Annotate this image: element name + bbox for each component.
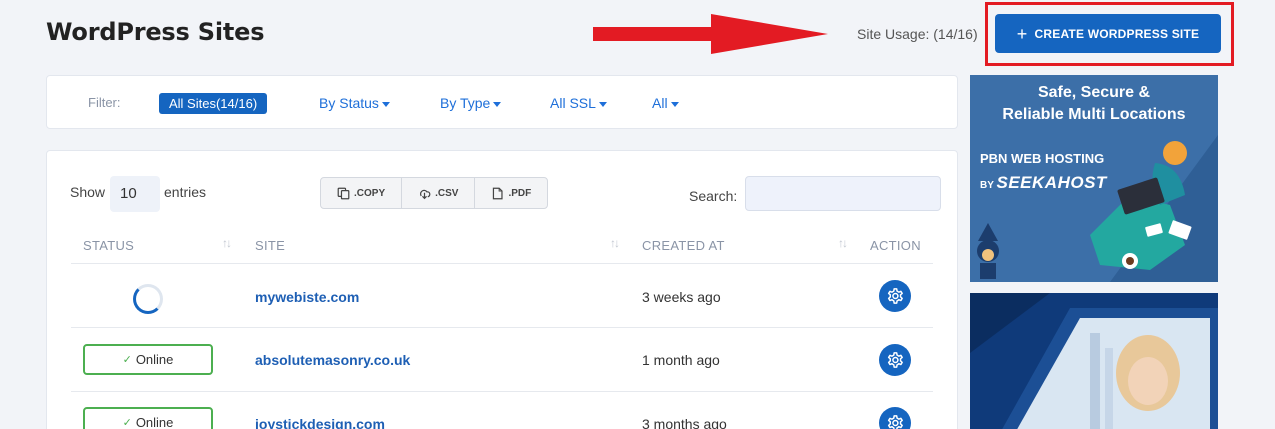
ad-headline-line2: Reliable Multi Locations (1002, 106, 1186, 123)
filter-all-sites[interactable]: All Sites(14/16) (159, 93, 268, 114)
row-divider (71, 391, 933, 392)
gear-icon (887, 352, 903, 368)
site-usage: Site Usage: (14/16) (857, 26, 978, 42)
file-icon (493, 187, 504, 199)
caret-down-icon (598, 101, 607, 107)
caret-down-icon (381, 101, 390, 107)
ad-headline: Safe, Secure & Reliable Multi Locations (970, 82, 1218, 126)
ad-brand-name: SEEKAHOST (996, 173, 1107, 192)
row-divider (71, 327, 933, 328)
header-divider (71, 263, 933, 264)
gear-icon (887, 288, 903, 304)
csv-button[interactable]: .CSV (402, 178, 476, 208)
filter-all-ssl-label: All SSL (550, 95, 596, 111)
sort-icon[interactable]: ↑↓ (222, 236, 232, 250)
create-button-label: CREATE WORDPRESS SITE (1034, 26, 1200, 41)
ad-banner-secondary[interactable] (970, 293, 1218, 429)
copy-icon (337, 187, 350, 199)
copy-label: .COPY (354, 187, 386, 199)
ad-illustration (970, 293, 1218, 429)
download-icon (420, 189, 431, 199)
filter-all[interactable]: All (652, 95, 679, 111)
pdf-button[interactable]: .PDF (475, 178, 547, 208)
gear-icon (887, 415, 903, 429)
copy-button[interactable]: .COPY (321, 178, 403, 208)
status-badge: ✓ Online (83, 407, 213, 429)
check-icon: ✓ (122, 354, 132, 366)
ad-banner-hosting[interactable]: Safe, Secure & Reliable Multi Locations … (970, 75, 1218, 282)
filter-label: Filter: (88, 95, 121, 110)
created-at: 3 weeks ago (642, 289, 721, 305)
column-header-site[interactable]: SITE (255, 238, 285, 253)
sort-icon[interactable]: ↑↓ (610, 236, 620, 250)
ad-product: PBN WEB HOSTING (980, 151, 1105, 166)
ad-brand: BY SEEKAHOST (980, 173, 1107, 193)
filter-bar: Filter: All Sites(14/16) By Status By Ty… (46, 75, 958, 129)
column-header-created-at[interactable]: CREATED AT (642, 238, 725, 253)
site-link[interactable]: absolutemasonry.co.uk (255, 352, 410, 368)
csv-label: .CSV (435, 187, 459, 199)
arrow-annotation (593, 14, 828, 54)
created-at: 1 month ago (642, 352, 720, 368)
column-header-status[interactable]: STATUS (83, 238, 134, 253)
search-label: Search: (689, 188, 738, 204)
filter-by-status[interactable]: By Status (319, 95, 390, 111)
filter-all-label: All (652, 95, 668, 111)
page-title: WordPress Sites (46, 18, 265, 46)
search-input[interactable] (745, 176, 941, 211)
site-link[interactable]: joystickdesign.com (255, 416, 385, 429)
show-label: Show (70, 184, 106, 200)
site-settings-button[interactable] (879, 280, 911, 312)
filter-all-ssl[interactable]: All SSL (550, 95, 607, 111)
sort-icon[interactable]: ↑↓ (838, 236, 848, 250)
status-label: Online (135, 352, 174, 367)
created-at: 3 months ago (642, 416, 727, 429)
ad-brand-by: BY (980, 180, 994, 191)
caret-down-icon (670, 101, 679, 107)
check-icon: ✓ (122, 417, 132, 429)
ad-headline-line1: Safe, Secure & (1037, 84, 1151, 101)
site-link[interactable]: mywebiste.com (255, 289, 359, 305)
caret-down-icon (493, 101, 502, 107)
create-wordpress-site-button[interactable]: + CREATE WORDPRESS SITE (995, 14, 1221, 53)
filter-by-type-label: By Type (440, 95, 491, 111)
pdf-label: .PDF (508, 187, 532, 199)
filter-by-type[interactable]: By Type (440, 95, 502, 111)
sites-table-card: Show 10 entries .COPY .CSV .PDF Search: … (46, 150, 958, 429)
filter-by-status-label: By Status (319, 95, 379, 111)
site-settings-button[interactable] (879, 407, 911, 429)
export-buttons: .COPY .CSV .PDF (320, 177, 549, 209)
spinner-icon (133, 284, 163, 314)
column-header-action: ACTION (870, 238, 921, 253)
status-label: Online (135, 415, 174, 429)
site-settings-button[interactable] (879, 344, 911, 376)
entries-select[interactable]: 10 (110, 176, 160, 212)
entries-label: entries (164, 184, 207, 200)
plus-icon: + (1016, 23, 1028, 44)
status-badge: ✓ Online (83, 344, 213, 375)
